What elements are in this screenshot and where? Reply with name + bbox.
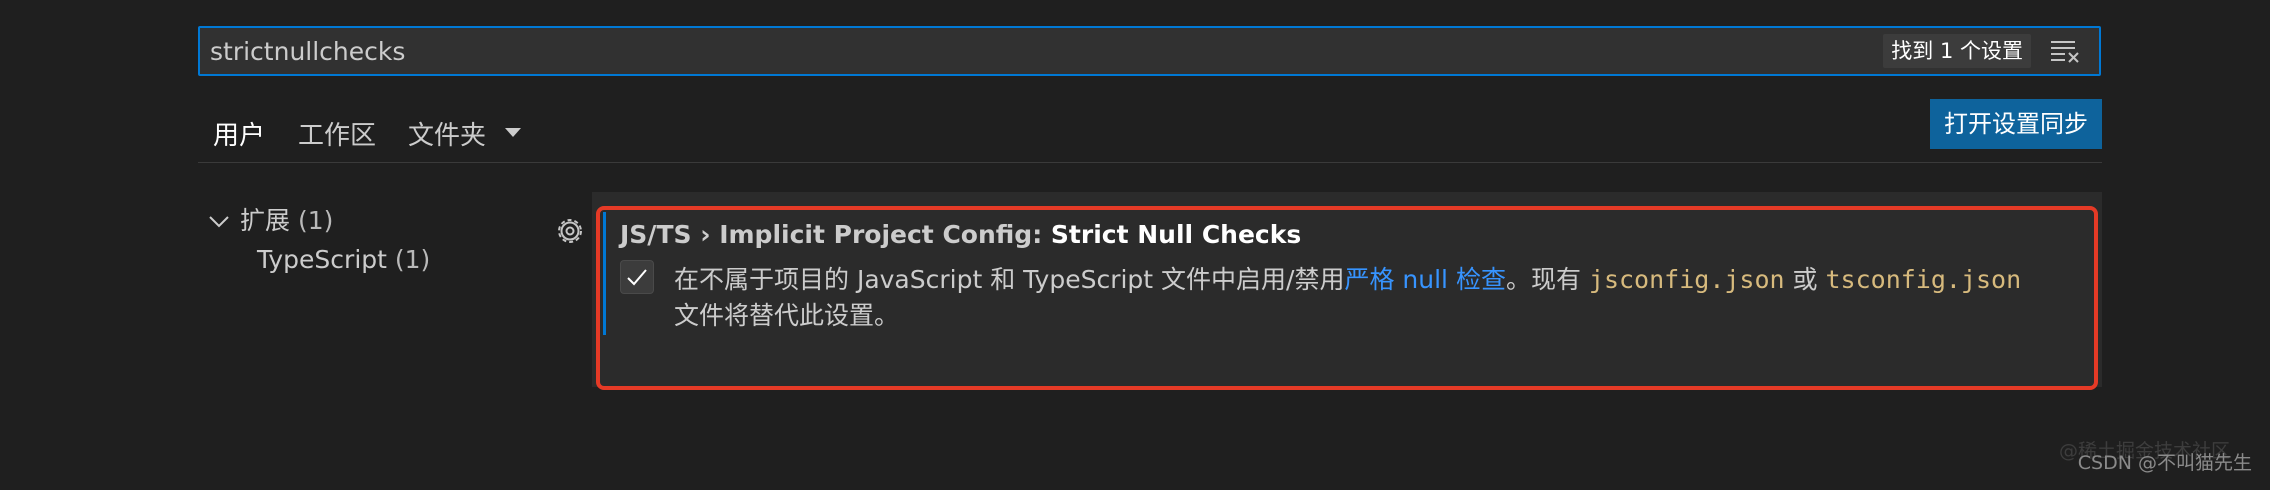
toc-item-typescript[interactable]: TypeScript (1) <box>257 245 430 274</box>
setting-title: JS/TS › Implicit Project Config: Strict … <box>620 220 1301 249</box>
setting-focus-indicator <box>603 212 606 335</box>
jsconfig-code: jsconfig.json <box>1588 265 1785 294</box>
strict-null-checks-checkbox[interactable] <box>620 260 654 294</box>
setting-description-line-2: 文件将替代此设置。 <box>674 301 900 330</box>
settings-search-box[interactable]: 找到 1 个设置 <box>198 26 2101 76</box>
settings-search-input[interactable] <box>210 28 1810 74</box>
strict-null-checks-link[interactable]: 严格 null 检查 <box>1344 265 1505 294</box>
watermark: CSDN @不叫猫先生 <box>2077 452 2252 474</box>
folder-dropdown-icon[interactable] <box>503 125 523 139</box>
setting-description: 在不属于项目的 JavaScript 和 TypeScript 文件中启用/禁用… <box>674 260 2021 296</box>
tab-user[interactable]: 用户 <box>213 115 265 152</box>
turn-on-settings-sync-button[interactable]: 打开设置同步 <box>1930 99 2102 149</box>
toc-item-extensions-label: 扩展 <box>240 206 291 235</box>
search-result-count: 找到 1 个设置 <box>1883 34 2031 68</box>
description-text: 在不属于项目的 JavaScript 和 TypeScript 文件中启用/禁用 <box>674 265 1345 294</box>
toc-item-typescript-label: TypeScript <box>257 245 387 274</box>
setting-name: Strict Null Checks <box>1050 220 1302 249</box>
setting-category: JS/TS › Implicit Project Config: <box>620 220 1051 249</box>
clear-filter-icon[interactable] <box>2049 37 2081 65</box>
description-text: 或 <box>1784 265 1826 294</box>
toc-item-extensions-count: (1) <box>297 206 334 235</box>
gear-icon[interactable] <box>554 215 586 247</box>
tabs-divider <box>198 162 2102 163</box>
toc-item-typescript-count: (1) <box>394 245 431 274</box>
tsconfig-code: tsconfig.json <box>1825 265 2022 294</box>
description-text: 。现有 <box>1505 265 1589 294</box>
tab-workspace[interactable]: 工作区 <box>298 115 376 152</box>
tab-folder[interactable]: 文件夹 <box>408 115 486 152</box>
chevron-down-icon <box>209 216 229 228</box>
check-icon <box>627 269 647 286</box>
toc-item-extensions[interactable]: 扩展 (1) <box>208 201 333 237</box>
